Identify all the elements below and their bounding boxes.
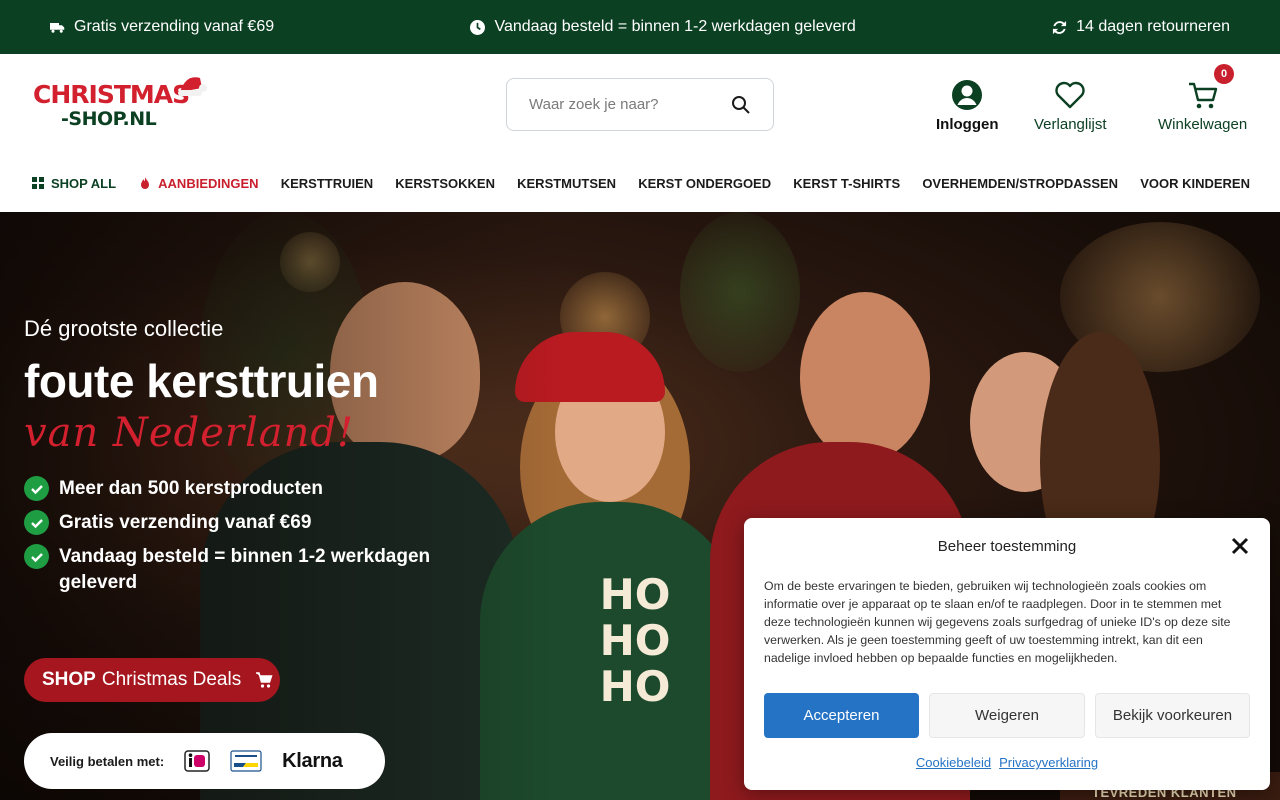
check-text: Meer dan 500 kerstproducten xyxy=(59,478,323,499)
search-box xyxy=(506,78,774,131)
wishlist-button[interactable]: Verlanglijst xyxy=(1034,78,1107,133)
check-item: Meer dan 500 kerstproducten xyxy=(24,476,439,502)
privacy-statement-link[interactable]: Privacyverklaring xyxy=(999,755,1098,770)
nav-kerstsokken[interactable]: KERSTSOKKEN xyxy=(395,176,495,191)
usp-returns-text: 14 dagen retourneren xyxy=(1076,18,1230,35)
check-item: Vandaag besteld = binnen 1-2 werkdagen g… xyxy=(24,544,439,596)
cart-icon xyxy=(1188,82,1217,109)
nav-label: KERSTTRUIEN xyxy=(280,175,374,191)
cookie-links: Cookiebeleid Privacyverklaring xyxy=(744,755,1270,770)
hero-script-line: van Nederland! xyxy=(24,410,355,456)
logo-line1: CHRISTMAS xyxy=(33,80,190,109)
cookie-title: Beheer toestemming xyxy=(937,538,1077,555)
usp-delivery-text: Vandaag besteld = binnen 1-2 werkdagen g… xyxy=(494,18,856,35)
grid-icon xyxy=(32,177,44,189)
close-icon[interactable] xyxy=(1230,536,1250,556)
nav-kerstmutsen[interactable]: KERSTMUTSEN xyxy=(517,176,616,191)
ideal-icon xyxy=(184,750,210,772)
deny-button[interactable]: Weigeren xyxy=(929,693,1085,738)
hero-checklist: Meer dan 500 kerstproducten Gratis verze… xyxy=(24,476,439,596)
nav-shop-all[interactable]: SHOP ALL xyxy=(31,176,116,191)
cart-button[interactable]: 0 Winkelwagen xyxy=(1158,64,1248,133)
cookie-body: Om de beste ervaringen te bieden, gebrui… xyxy=(764,579,1231,665)
wishlist-label: Verlanglijst xyxy=(1034,116,1107,133)
hero-title: foute kersttruien xyxy=(24,355,379,407)
refresh-icon xyxy=(1053,20,1067,34)
santa-hat-icon xyxy=(178,77,207,96)
accept-button[interactable]: Accepteren xyxy=(764,693,919,738)
login-button[interactable]: Inloggen xyxy=(936,78,999,133)
usp-delivery: Vandaag besteld = binnen 1-2 werkdagen g… xyxy=(470,18,856,36)
nav-voor-kinderen[interactable]: VOOR KINDEREN xyxy=(1140,176,1250,191)
nav-label: KERST T-SHIRTS xyxy=(793,175,901,191)
check-text: Vandaag besteld = binnen 1-2 werkdagen g… xyxy=(59,546,431,593)
check-text: Gratis verzending vanaf €69 xyxy=(59,512,312,533)
search-icon[interactable] xyxy=(731,95,751,115)
nav-aanbiedingen[interactable]: AANBIEDINGEN xyxy=(138,175,259,191)
checkmark-icon xyxy=(24,476,49,501)
check-item: Gratis verzending vanaf €69 xyxy=(24,510,439,536)
user-icon xyxy=(952,80,983,110)
flame-icon xyxy=(141,177,150,189)
usp-shipping-text: Gratis verzending vanaf €69 xyxy=(74,18,275,35)
nav-kerst-tshirts[interactable]: KERST T-SHIRTS xyxy=(793,176,900,191)
logo-line2: -SHOP.NL xyxy=(61,108,157,130)
nav-label: OVERHEMDEN/STROPDASSEN xyxy=(922,175,1119,191)
bancontact-icon xyxy=(230,750,262,772)
shop-christmas-deals-button[interactable]: SHOP Christmas Deals xyxy=(24,658,280,702)
hero-subtitle: Dé grootste collectie xyxy=(24,316,224,341)
payment-methods: Veilig betalen met: Klarna xyxy=(24,733,385,789)
sweater-text: HO HO HO xyxy=(599,570,671,711)
cookie-policy-link[interactable]: Cookiebeleid xyxy=(916,755,991,770)
clock-icon xyxy=(470,19,486,35)
heart-icon xyxy=(1055,81,1085,109)
login-label: Inloggen xyxy=(936,116,999,133)
nav-overhemden-stropdassen[interactable]: OVERHEMDEN/STROPDASSEN xyxy=(922,176,1118,191)
nav-label: KERSTSOKKEN xyxy=(395,175,495,191)
bokeh-light xyxy=(680,212,800,372)
search-input[interactable] xyxy=(529,96,731,113)
person-right xyxy=(800,292,930,462)
view-preferences-button[interactable]: Bekijk voorkeuren xyxy=(1095,693,1250,738)
nav-label: KERSTMUTSEN xyxy=(517,175,617,191)
usp-topbar: Gratis verzending vanaf €69 Vandaag best… xyxy=(0,0,1280,54)
nav-kerst-ondergoed[interactable]: KERST ONDERGOED xyxy=(638,176,771,191)
checkmark-icon xyxy=(24,510,49,535)
checkmark-icon xyxy=(24,544,49,569)
hero-text: Dé grootste collectie foute kersttruien … xyxy=(24,316,439,604)
cart-count-badge: 0 xyxy=(1214,64,1234,84)
main-nav: SHOP ALL AANBIEDINGEN KERSTTRUIEN KERSTS… xyxy=(0,154,1280,212)
nav-label: SHOP ALL xyxy=(51,175,117,191)
usp-returns: 14 dagen retourneren xyxy=(1052,18,1230,36)
cart-label: Winkelwagen xyxy=(1158,116,1248,133)
payment-label: Veilig betalen met: xyxy=(50,753,165,769)
usp-shipping: Gratis verzending vanaf €69 xyxy=(50,18,274,36)
site-header: CHRISTMAS -SHOP.NL Inloggen Verlanglijst… xyxy=(0,54,1280,154)
nav-kersttruien[interactable]: KERSTTRUIEN xyxy=(281,176,373,191)
cta-text: Christmas Deals xyxy=(101,669,242,690)
cart-icon xyxy=(256,672,273,688)
klarna-logo: Klarna xyxy=(282,749,343,772)
nav-label: VOOR KINDEREN xyxy=(1140,175,1250,191)
cookie-consent-dialog: Beheer toestemming Om de beste ervaringe… xyxy=(744,518,1270,790)
nav-label: KERST ONDERGOED xyxy=(638,175,772,191)
cta-bold: SHOP xyxy=(42,669,96,690)
site-logo[interactable]: CHRISTMAS -SHOP.NL xyxy=(33,74,208,134)
nav-label: AANBIEDINGEN xyxy=(158,175,259,191)
truck-icon xyxy=(50,22,65,33)
